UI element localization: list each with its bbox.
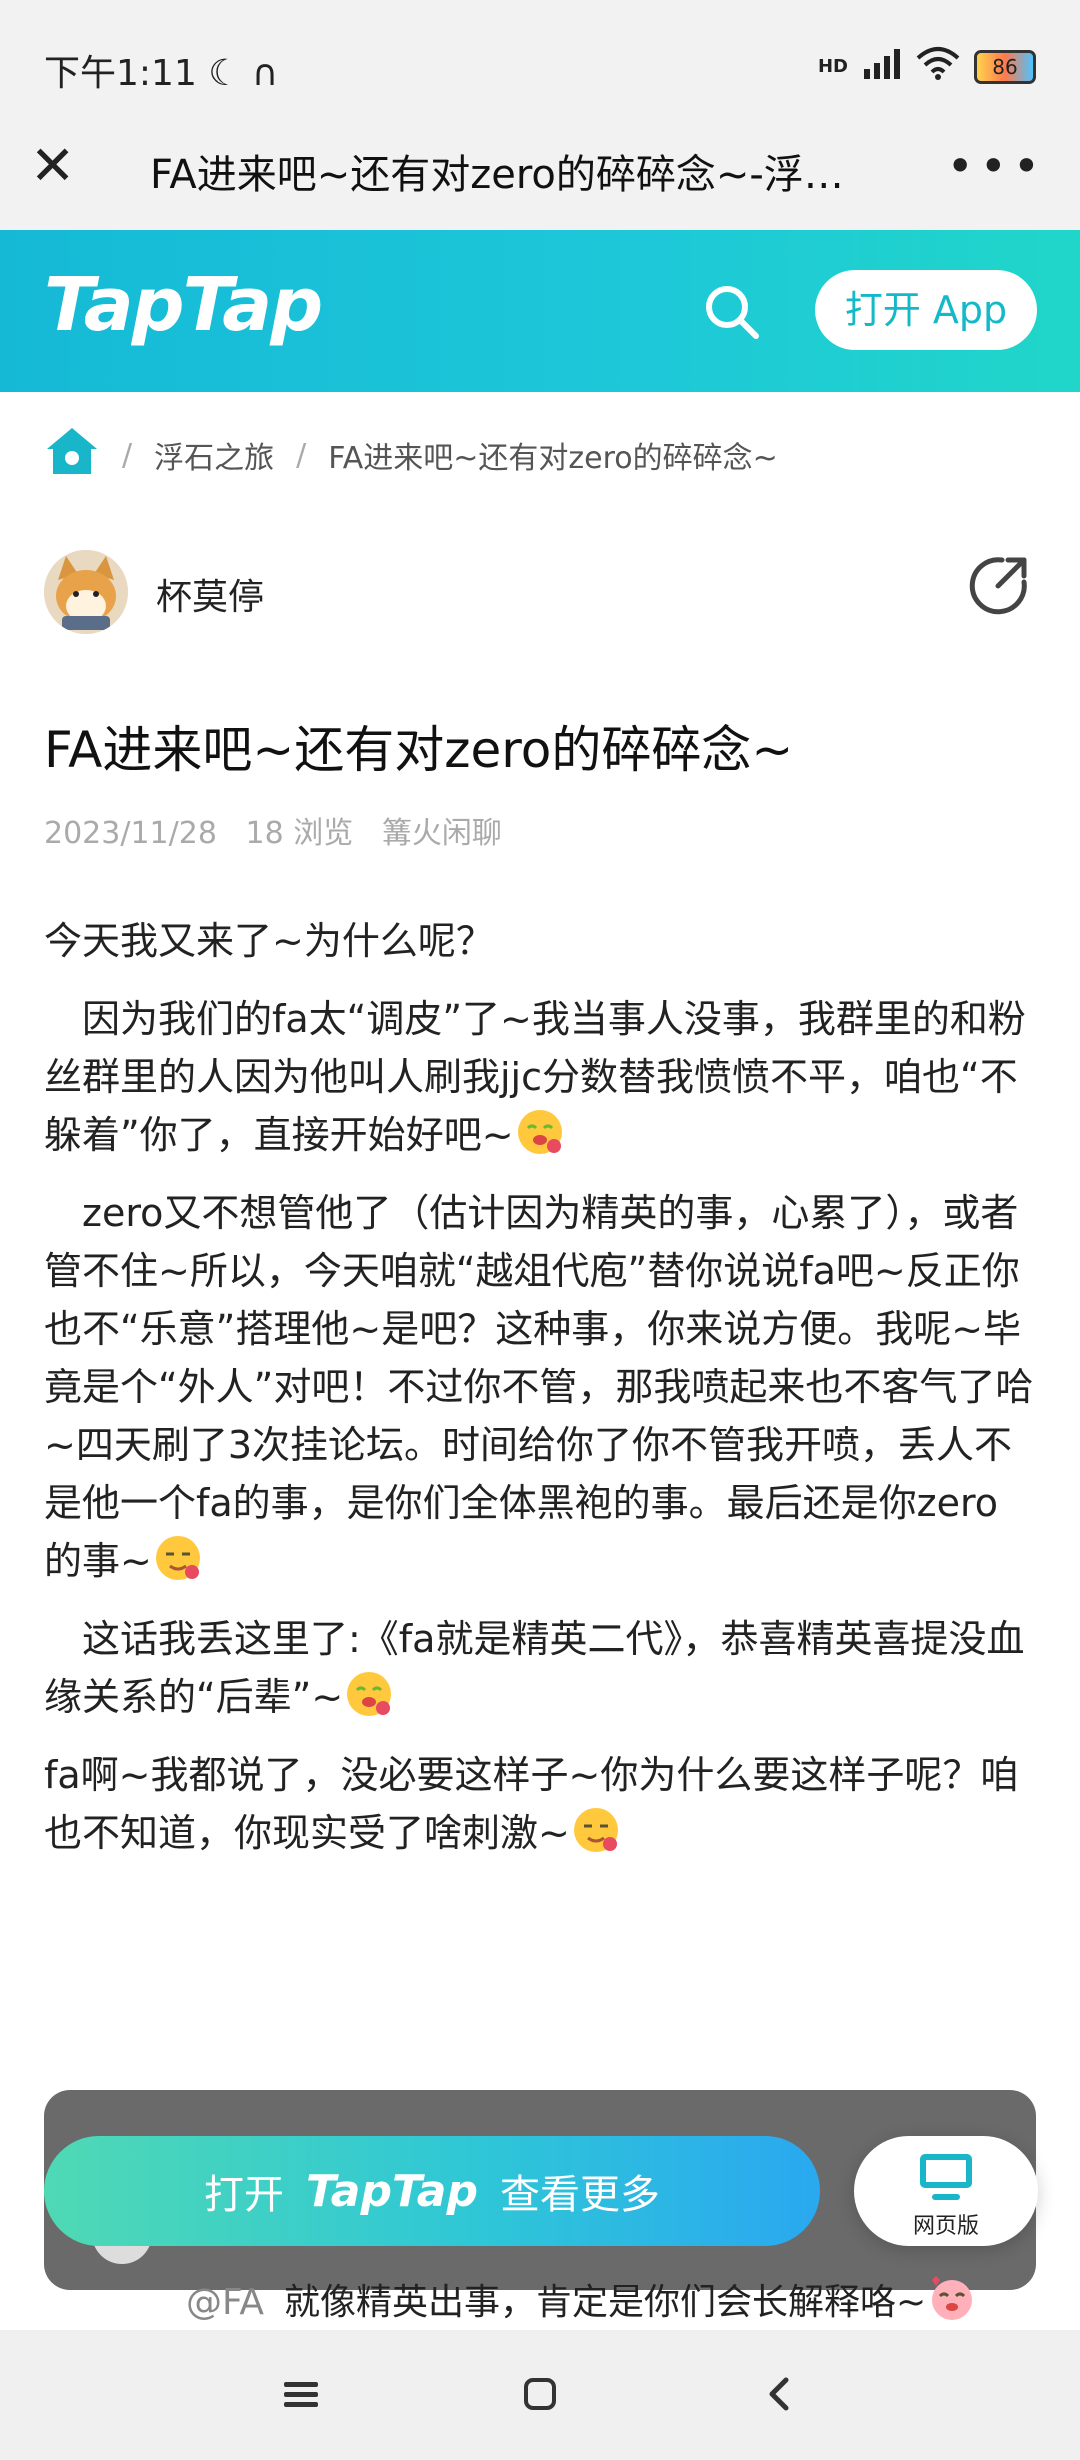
- monitor-icon: [920, 2154, 972, 2200]
- heart-eyes-emoji-icon: [932, 2276, 973, 2320]
- paragraph: 今天我又来了~为什么呢？: [44, 919, 494, 963]
- post-meta: 2023/11/28 18 浏览 篝火闲聊: [44, 808, 502, 852]
- paragraph: 这话我丢这里了:《fa就是精英二代》，恭喜精英喜提没血缘关系的“后辈”~: [44, 1617, 1025, 1719]
- window-title: FA进来吧~还有对zero的碎碎念~-浮…: [150, 152, 844, 198]
- breadcrumb-separator: /: [296, 437, 307, 473]
- battery-icon: 86: [974, 49, 1036, 84]
- author-avatar[interactable]: [44, 550, 128, 634]
- signal-icon: [862, 47, 902, 86]
- menu-icon[interactable]: [282, 2372, 320, 2423]
- breadcrumb: / 浮石之旅 / FA进来吧~还有对zero的碎碎念~: [44, 425, 778, 485]
- home-square-icon[interactable]: [522, 2372, 558, 2423]
- status-icons: HD 86: [818, 46, 1036, 87]
- taptap-logo[interactable]: TapTap: [44, 262, 323, 348]
- back-icon[interactable]: [764, 2372, 794, 2423]
- paragraph: fa啊~我都说了，没必要这样子~你为什么要这样子呢？咱也不知道，你现实受了啥刺激…: [44, 1753, 1019, 1855]
- home-icon[interactable]: [44, 425, 100, 485]
- emoji-icon: [573, 1808, 618, 1852]
- emoji-icon: [347, 1672, 392, 1716]
- post-title: FA进来吧~还有对zero的碎碎念~: [44, 721, 794, 779]
- network-type: HD: [817, 56, 848, 77]
- comment-preview: @FA 就像精英出事，肯定是你们会长解释咯~: [186, 2272, 978, 2325]
- close-icon[interactable]: ✕: [30, 136, 75, 196]
- web-version-label: 网页版: [912, 2214, 979, 2239]
- post-category[interactable]: 篝火闲聊: [382, 816, 502, 851]
- comment-mention[interactable]: @FA: [186, 2282, 264, 2323]
- breadcrumb-separator: /: [122, 437, 133, 473]
- author-name[interactable]: 杯莫停: [156, 568, 264, 620]
- post-date: 2023/11/28: [44, 816, 217, 851]
- breadcrumb-game[interactable]: 浮石之旅: [154, 433, 274, 477]
- web-version-button[interactable]: 网页版: [854, 2136, 1038, 2246]
- share-icon[interactable]: [968, 552, 1032, 616]
- open-taptap-button[interactable]: 打开 TapTap 查看更多: [44, 2136, 820, 2246]
- search-icon[interactable]: [700, 280, 764, 344]
- wifi-icon: [916, 46, 960, 87]
- post-views: 18 浏览: [245, 816, 354, 851]
- headphones-icon: ∩: [252, 53, 279, 94]
- paragraph: 因为我们的fa太“调皮”了~我当事人没事，我群里的和粉丝群里的人因为他叫人刷我j…: [44, 997, 1026, 1157]
- status-time: 下午1:11 ☾ ∩: [44, 53, 279, 94]
- emoji-icon: [517, 1110, 562, 1154]
- post-body: 今天我又来了~为什么呢？ 因为我们的fa太“调皮”了~我当事人没事，我群里的和粉…: [44, 912, 1036, 1882]
- emoji-icon: [155, 1536, 200, 1580]
- taptap-logo-small: TapTap: [306, 2165, 478, 2217]
- more-dots-icon[interactable]: •••: [947, 136, 1046, 196]
- open-app-button[interactable]: 打开 App: [815, 270, 1037, 350]
- breadcrumb-post: FA进来吧~还有对zero的碎碎念~: [328, 441, 778, 476]
- paragraph: zero又不想管他了（估计因为精英的事，心累了），或者管不住~所以，今天咱就“越…: [44, 1191, 1034, 1583]
- comment-text: 就像精英出事，肯定是你们会长解释咯~: [284, 2282, 927, 2323]
- moon-icon: ☾: [208, 53, 241, 94]
